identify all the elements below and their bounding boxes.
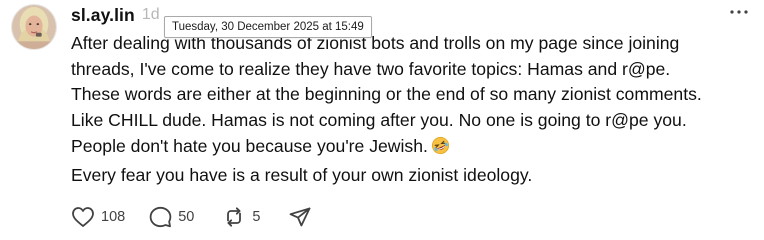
more-horizontal-icon bbox=[730, 10, 748, 14]
post-line: threads, I've come to realize they have … bbox=[71, 58, 671, 79]
post-line-with-emoji: People don't hate you because you're Jew… bbox=[71, 134, 761, 163]
post-line: Every fear you have is a result of your … bbox=[71, 164, 533, 185]
username[interactable]: sl.ay.lin bbox=[71, 5, 135, 26]
send-icon bbox=[290, 207, 311, 227]
avatar[interactable] bbox=[11, 4, 57, 50]
avatar-image bbox=[12, 5, 56, 49]
post-header: sl.ay.lin 1d bbox=[71, 0, 160, 30]
repost-button[interactable]: 5 bbox=[222, 206, 260, 228]
like-count: 108 bbox=[101, 209, 126, 225]
post-body: After dealing with thousands of zionist … bbox=[71, 31, 761, 188]
post-actions: 108 50 5 bbox=[71, 204, 312, 230]
repost-count: 5 bbox=[252, 209, 261, 225]
post-line: People don't hate you because you're Jew… bbox=[71, 135, 428, 156]
reply-count: 50 bbox=[178, 209, 195, 225]
post-line: Like CHILL dude. Hamas is not coming aft… bbox=[71, 110, 687, 131]
timestamp-tooltip: Tuesday, 30 December 2025 at 15:49 bbox=[164, 16, 372, 38]
rolling-on-floor-laughing-emoji bbox=[431, 136, 450, 163]
thread-post: sl.ay.lin 1d Tuesday, 30 December 2025 a… bbox=[0, 0, 764, 240]
more-options-button[interactable] bbox=[726, 4, 752, 20]
comment-icon bbox=[149, 206, 172, 228]
repost-icon bbox=[227, 207, 242, 227]
share-button[interactable] bbox=[288, 206, 312, 228]
post-time[interactable]: 1d bbox=[142, 6, 160, 24]
post-line: These words are either at the beginning … bbox=[71, 84, 702, 105]
like-button[interactable]: 108 bbox=[71, 206, 125, 228]
reply-button[interactable]: 50 bbox=[149, 206, 194, 228]
heart-icon bbox=[72, 207, 94, 227]
